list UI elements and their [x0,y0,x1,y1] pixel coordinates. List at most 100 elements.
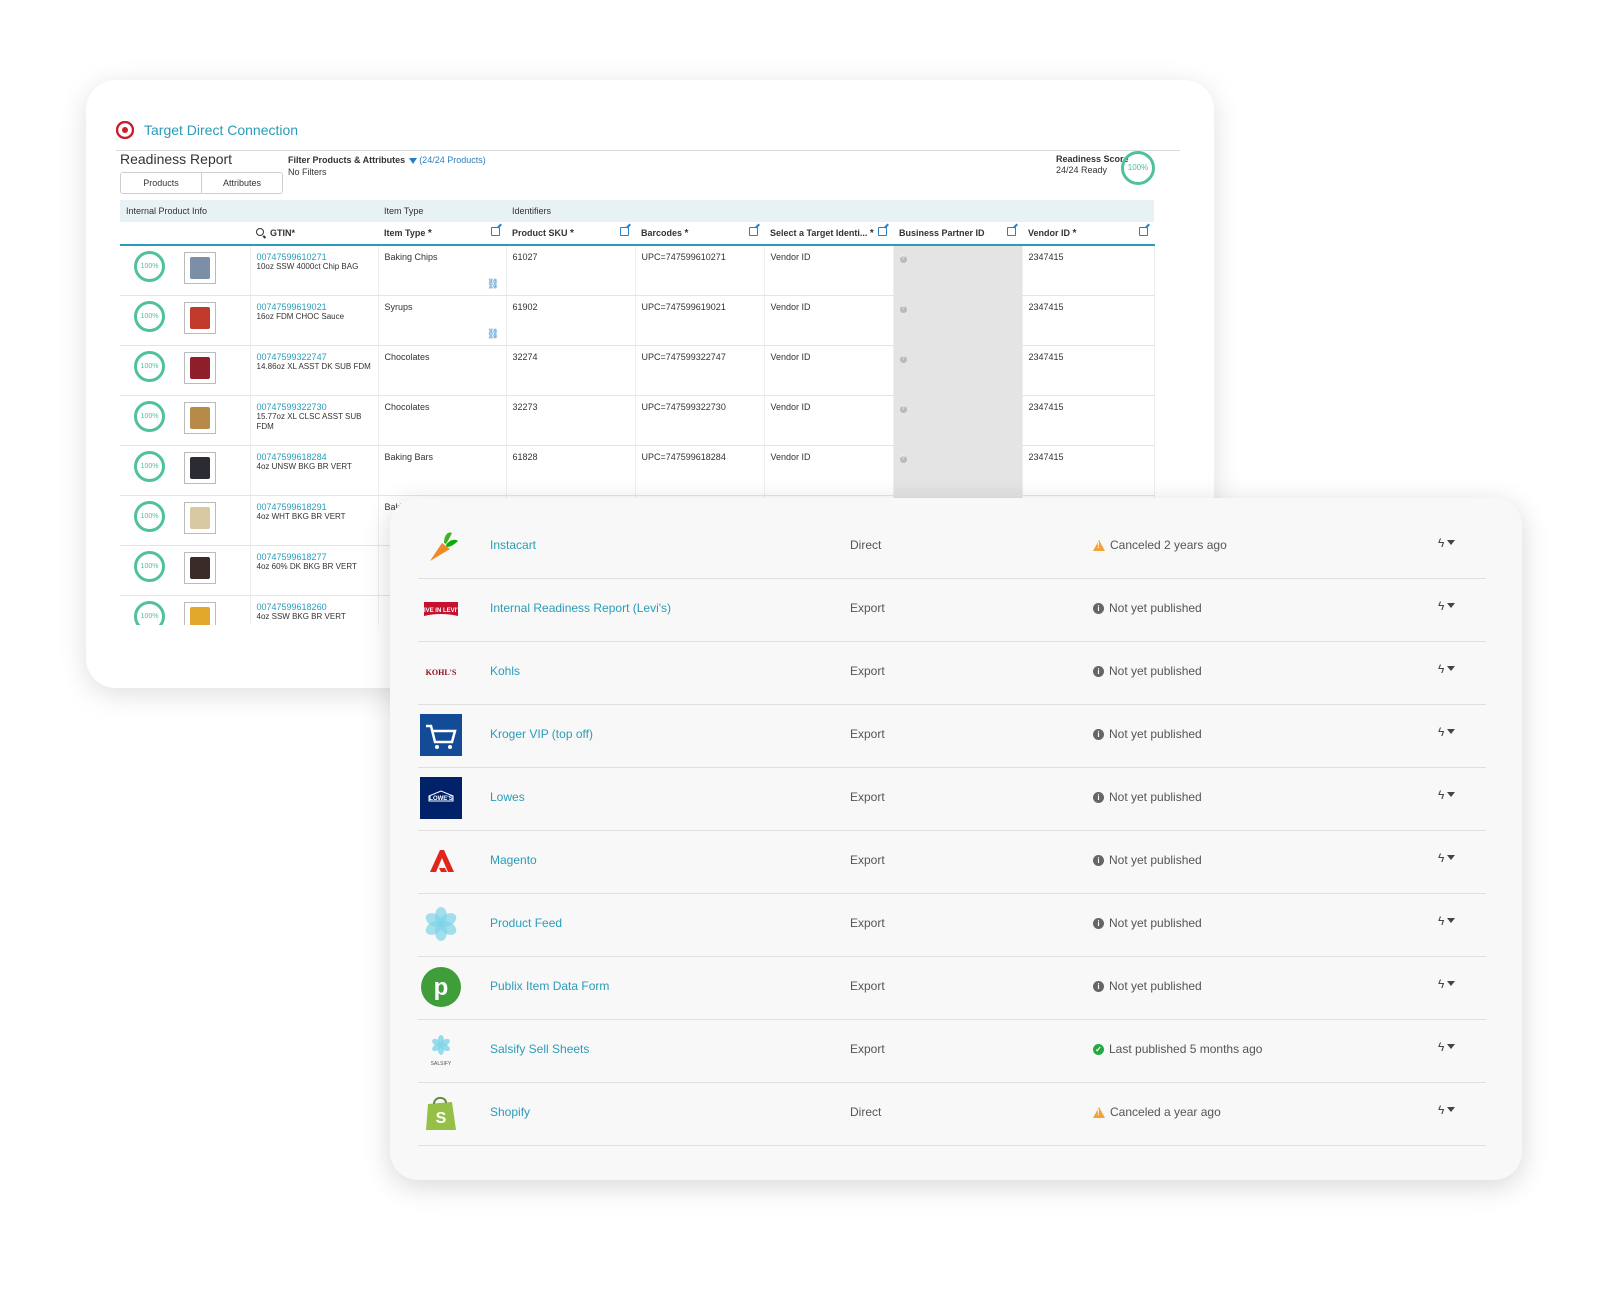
edit-icon[interactable] [878,227,887,236]
gtin-link[interactable]: 00747599618260 [257,602,372,612]
vendor-id-cell[interactable]: 2347415 [1022,395,1155,446]
integration-name-link[interactable]: Salsify Sell Sheets [490,1042,589,1056]
integration-row[interactable]: Kroger VIP (top off) Export i Not yet pub… [418,703,1486,768]
barcode-cell[interactable]: UPC=747599322747 [635,345,765,396]
table-row[interactable]: 100% 00747599322747 14.86oz XL ASST DK S… [120,345,1155,396]
product-thumbnail[interactable] [184,252,216,284]
product-thumbnail[interactable] [184,552,216,584]
integration-name-link[interactable]: Magento [490,853,537,867]
target-identifier-cell[interactable]: Vendor ID [764,295,894,346]
actions-menu-button[interactable]: ϟ [1438,536,1456,550]
actions-menu-button[interactable]: ϟ [1438,1040,1456,1054]
integration-row[interactable]: SALSIFY Salsify Sell Sheets Export ✓ Last… [418,1018,1486,1083]
target-identifier-cell[interactable]: Vendor ID [764,345,894,396]
item-type-cell[interactable]: Syrups ⛓ [378,295,507,346]
gtin-link[interactable]: 00747599618291 [257,502,372,512]
help-icon[interactable]: ? [899,256,907,263]
integration-row[interactable]: LIVE IN LEVI'S Internal Readiness Report… [418,577,1486,642]
sku-cell[interactable]: 61027 [506,245,636,296]
product-thumbnail[interactable] [184,302,216,334]
integration-row[interactable]: Product Feed Export i Not yet published ϟ [418,892,1486,957]
filter-icon[interactable] [409,158,418,164]
sku-cell[interactable]: 32273 [506,395,636,446]
item-type-cell[interactable]: Chocolates [378,345,507,396]
vendor-id-cell[interactable]: 2347415 [1022,345,1155,396]
table-row[interactable]: 100% 00747599619021 16oz FDM CHOC Sauce … [120,295,1155,346]
edit-icon[interactable] [1139,227,1149,236]
table-row[interactable]: 100% 00747599610271 10oz SSW 4000ct Chip… [120,245,1155,296]
target-identifier-cell[interactable]: Vendor ID [764,245,894,296]
edit-icon[interactable] [491,227,500,236]
vendor-id-cell[interactable]: 2347415 [1022,245,1155,296]
col-gtin[interactable]: GTIN* [250,222,378,246]
integration-row[interactable]: Magento Export i Not yet published ϟ [418,829,1486,894]
col-item-type[interactable]: Item Type * [378,222,506,246]
gtin-link[interactable]: 00747599618277 [257,552,372,562]
product-thumbnail[interactable] [184,502,216,534]
tab-products[interactable]: Products [121,173,201,193]
table-row[interactable]: 100% 00747599322730 15.77oz XL CLSC ASST… [120,395,1155,446]
barcode-cell[interactable]: UPC=747599618284 [635,445,765,496]
actions-menu-button[interactable]: ϟ [1438,788,1456,802]
connection-title[interactable]: Target Direct Connection [144,122,298,138]
sku-cell[interactable]: 61828 [506,445,636,496]
gtin-link[interactable]: 00747599322747 [257,352,372,362]
col-vendor-id[interactable]: Vendor ID * [1022,222,1155,246]
integration-row[interactable]: LOWE'S Lowes Export i Not yet published ϟ [418,766,1486,831]
actions-menu-button[interactable]: ϟ [1438,1103,1456,1117]
integration-row[interactable]: S Shopify Direct ! Canceled a year ago ϟ [418,1081,1486,1146]
sku-cell[interactable]: 61902 [506,295,636,346]
vendor-id-cell[interactable]: 2347415 [1022,445,1155,496]
col-barcodes[interactable]: Barcodes * [635,222,764,246]
actions-menu-button[interactable]: ϟ [1438,977,1456,991]
integration-name-link[interactable]: Shopify [490,1105,530,1119]
help-icon[interactable]: ? [899,356,907,363]
item-type-cell[interactable]: Chocolates [378,395,507,446]
actions-menu-button[interactable]: ϟ [1438,725,1456,739]
vendor-id-cell[interactable]: 2347415 [1022,295,1155,346]
product-thumbnail[interactable] [184,402,216,434]
integration-name-link[interactable]: Kroger VIP (top off) [490,727,593,741]
integration-row[interactable]: Instacart Direct ! Canceled 2 years ago ϟ [418,514,1486,579]
item-type-cell[interactable]: Baking Chips ⛓ [378,245,507,296]
integration-name-link[interactable]: Product Feed [490,916,562,930]
integration-name-link[interactable]: Lowes [490,790,525,804]
table-row[interactable]: 100% 00747599618284 4oz UNSW BKG BR VERT… [120,445,1155,496]
target-identifier-cell[interactable]: Vendor ID [764,445,894,496]
sku-cell[interactable]: 32274 [506,345,636,396]
product-thumbnail[interactable] [184,452,216,484]
integration-name-link[interactable]: Kohls [490,664,520,678]
barcode-cell[interactable]: UPC=747599610271 [635,245,765,296]
actions-menu-button[interactable]: ϟ [1438,851,1456,865]
edit-icon[interactable] [620,227,629,236]
product-thumbnail[interactable] [184,352,216,384]
unlink-icon[interactable]: ⛓ [487,279,500,290]
help-icon[interactable]: ? [899,456,907,463]
gtin-link[interactable]: 00747599619021 [257,302,372,312]
item-type-cell[interactable]: Baking Bars [378,445,507,496]
col-product-sku[interactable]: Product SKU * [506,222,635,246]
help-icon[interactable]: ? [899,306,907,313]
col-target-identifier[interactable]: Select a Target Identi... * [764,222,893,246]
barcode-cell[interactable]: UPC=747599322730 [635,395,765,446]
integration-name-link[interactable]: Publix Item Data Form [490,979,609,993]
barcode-cell[interactable]: UPC=747599619021 [635,295,765,346]
search-icon[interactable] [256,228,264,236]
filter-count-link[interactable]: (24/24 Products) [419,155,486,165]
actions-menu-button[interactable]: ϟ [1438,662,1456,676]
col-business-partner-id[interactable]: Business Partner ID [893,222,1022,246]
integration-row[interactable]: p Publix Item Data Form Export i Not yet … [418,955,1486,1020]
tab-attributes[interactable]: Attributes [201,173,282,193]
target-identifier-cell[interactable]: Vendor ID [764,395,894,446]
gtin-link[interactable]: 00747599322730 [257,402,372,412]
unlink-icon[interactable]: ⛓ [487,329,500,340]
integration-name-link[interactable]: Internal Readiness Report (Levi's) [490,601,671,615]
actions-menu-button[interactable]: ϟ [1438,914,1456,928]
edit-icon[interactable] [1007,227,1016,236]
integration-row[interactable]: KOHL'S Kohls Export i Not yet published ϟ [418,640,1486,705]
help-icon[interactable]: ? [899,406,907,413]
gtin-link[interactable]: 00747599610271 [257,252,372,262]
actions-menu-button[interactable]: ϟ [1438,599,1456,613]
integration-name-link[interactable]: Instacart [490,538,536,552]
edit-icon[interactable] [749,227,758,236]
